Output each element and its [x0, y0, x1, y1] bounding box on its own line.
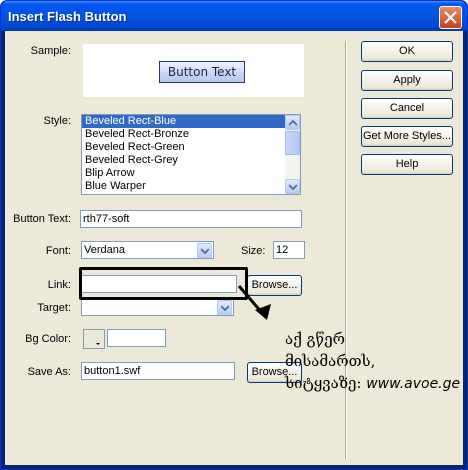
style-list-item[interactable]: Beveled Rect-Blue	[82, 115, 300, 128]
scroll-thumb[interactable]	[285, 131, 300, 155]
close-button[interactable]	[439, 6, 462, 29]
color-picker-icon	[96, 343, 100, 345]
button-text-label: Button Text:	[13, 213, 71, 225]
font-label: Font:	[45, 245, 71, 257]
font-select-value: Verdana	[84, 244, 125, 256]
bg-color-picker[interactable]	[83, 329, 105, 349]
annotation-line-1: აქ გწერ	[285, 330, 345, 348]
dialog-body: Sample: Button Text Style: Beveled Rect-…	[5, 31, 463, 465]
style-list-item[interactable]: Blip Arrow	[82, 167, 300, 180]
sample-button: Button Text	[159, 61, 245, 83]
style-list-item[interactable]: Blue Warper	[82, 180, 300, 193]
style-list-item[interactable]: Beveled Rect-Bronze	[82, 128, 300, 141]
dialog-window: Insert Flash Button Sample: Button Text …	[0, 0, 468, 470]
annotation-highlight-box	[79, 267, 248, 300]
size-input[interactable]: 12	[273, 241, 305, 259]
dialog-title: Insert Flash Button	[8, 9, 127, 24]
font-select[interactable]: Verdana	[81, 241, 214, 259]
size-label: Size:	[241, 245, 266, 257]
annotation-line-2: მისამართს,	[285, 352, 376, 370]
style-list-item[interactable]: Beveled Rect-Grey	[82, 154, 300, 167]
annotation-arrow-icon	[237, 285, 271, 320]
apply-button[interactable]: Apply	[361, 70, 453, 91]
chevron-down-icon	[289, 184, 297, 190]
chevron-down-icon	[201, 248, 209, 254]
save-as-input[interactable]: button1.swf	[81, 362, 235, 380]
ok-button[interactable]: OK	[361, 41, 453, 62]
font-dropdown-button[interactable]	[197, 243, 212, 258]
title-bar[interactable]: Insert Flash Button	[1, 1, 467, 31]
style-list-item[interactable]: Beveled Rect-Green	[82, 141, 300, 154]
target-select[interactable]	[81, 298, 234, 316]
sample-preview: Button Text	[83, 44, 304, 97]
bg-color-input[interactable]	[107, 329, 166, 347]
chevron-up-icon	[289, 120, 297, 126]
annotation-note: აქ გწერ მისამართს, სიტყვაზე: www.avoe.ge	[285, 328, 460, 395]
annotation-url: www.avoe.ge	[366, 376, 461, 392]
button-text-input[interactable]: rth77-soft	[80, 210, 302, 228]
help-button[interactable]: Help	[361, 154, 453, 175]
save-as-label: Save As:	[27, 366, 71, 378]
vertical-divider	[345, 41, 347, 459]
target-label: Target:	[37, 302, 71, 314]
annotation-line-3: სიტყვაზე:	[285, 374, 362, 392]
style-listbox[interactable]: Beveled Rect-Blue Beveled Rect-Bronze Beve…	[81, 114, 301, 195]
scroll-down-button[interactable]	[285, 179, 300, 194]
get-more-styles-button[interactable]: Get More Styles...	[361, 126, 453, 147]
scroll-up-button[interactable]	[285, 115, 300, 130]
sample-label: Sample:	[30, 45, 71, 57]
cancel-button[interactable]: Cancel	[361, 98, 453, 119]
target-dropdown-button[interactable]	[217, 300, 232, 315]
chevron-down-icon	[221, 305, 229, 311]
close-icon	[444, 11, 457, 24]
style-label: Style:	[43, 115, 71, 127]
link-label: Link:	[47, 279, 71, 291]
bg-color-label: Bg Color:	[25, 333, 71, 345]
style-scrollbar[interactable]	[285, 115, 300, 194]
